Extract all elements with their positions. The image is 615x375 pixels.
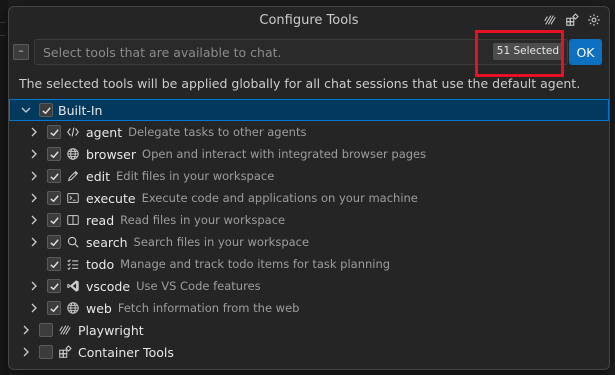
checkbox-edit[interactable] xyxy=(47,169,61,183)
input-row: – 51 Selected OK xyxy=(9,30,609,77)
checkbox-read[interactable] xyxy=(47,213,61,227)
checkbox-agent[interactable] xyxy=(47,125,61,139)
chevron-right-icon[interactable] xyxy=(21,347,31,357)
search-input[interactable] xyxy=(41,42,475,63)
tool-description: Fetch information from the web xyxy=(117,301,300,315)
tool-name: search xyxy=(86,234,128,250)
description-text: The selected tools will be applied globa… xyxy=(19,76,581,91)
tool-name: vscode xyxy=(86,278,131,294)
tool-description: Read files in your workspace xyxy=(120,213,286,227)
group-label: Playwright xyxy=(78,322,144,338)
tool-name: execute xyxy=(86,190,136,206)
tool-row-search[interactable]: search Search files in your workspace xyxy=(9,231,609,253)
chevron-right-icon[interactable] xyxy=(21,325,31,335)
group-row-playwright[interactable]: Playwright xyxy=(9,319,609,341)
title-bar: Configure Tools xyxy=(9,7,609,35)
tool-description: Execute code and applications on your ma… xyxy=(141,191,418,205)
pencil-icon xyxy=(65,168,81,184)
tool-description: Search files in your workspace xyxy=(133,235,310,249)
checkbox-execute[interactable] xyxy=(47,191,61,205)
tool-description: Edit files in your workspace xyxy=(116,169,275,183)
search-box[interactable]: 51 Selected xyxy=(34,39,568,65)
tool-row-web[interactable]: web Fetch information from the web xyxy=(9,297,609,319)
configure-tools-dialog: Configure Tools – 51 Selected OK The sel… xyxy=(8,6,610,370)
tool-row-vscode[interactable]: vscode Use VS Code features xyxy=(9,275,609,297)
tools-icon[interactable] xyxy=(541,11,559,29)
tool-description: Manage and track todo items for task pla… xyxy=(120,257,391,271)
collapse-all-button[interactable]: – xyxy=(13,44,29,60)
checkbox-vscode[interactable] xyxy=(47,279,61,293)
group-row-container-tools[interactable]: Container Tools xyxy=(9,341,609,363)
gear-icon[interactable] xyxy=(585,11,603,29)
tool-row-todo[interactable]: todo Manage and track todo items for tas… xyxy=(9,253,609,275)
tool-row-browser[interactable]: browser Open and interact with integrate… xyxy=(9,143,609,165)
checkbox-web[interactable] xyxy=(47,301,61,315)
chevron-right-icon[interactable] xyxy=(29,215,39,225)
vscode-icon xyxy=(65,278,81,294)
checkbox-builtin[interactable] xyxy=(39,103,53,117)
selected-count-badge: 51 Selected xyxy=(492,43,563,60)
checklist-icon xyxy=(65,256,81,272)
chevron-right-icon[interactable] xyxy=(29,237,39,247)
chevron-right-icon[interactable] xyxy=(29,149,39,159)
dialog-title: Configure Tools xyxy=(259,13,359,28)
globe-icon xyxy=(65,146,81,162)
search-icon xyxy=(65,234,81,250)
extensions-icon[interactable] xyxy=(563,11,581,29)
chevron-right-icon[interactable] xyxy=(29,171,39,181)
group-label: Container Tools xyxy=(78,344,174,360)
code-agent-icon xyxy=(65,124,81,140)
book-icon xyxy=(65,212,81,228)
checkbox-playwright[interactable] xyxy=(39,323,53,337)
ok-button[interactable]: OK xyxy=(569,39,602,65)
tool-name: edit xyxy=(86,168,110,184)
extensions-icon xyxy=(57,344,73,360)
tool-name: todo xyxy=(86,256,115,272)
editor-background xyxy=(0,0,8,375)
tool-row-edit[interactable]: edit Edit files in your workspace xyxy=(9,165,609,187)
chevron-right-icon[interactable] xyxy=(29,303,39,313)
tool-name: browser xyxy=(86,146,137,162)
group-label: Built-In xyxy=(58,102,103,118)
tools-icon xyxy=(57,322,73,338)
chevron-down-icon[interactable] xyxy=(21,105,31,115)
terminal-icon xyxy=(65,190,81,206)
tool-name: read xyxy=(86,212,115,228)
chevron-right-icon[interactable] xyxy=(29,127,39,137)
tool-name: web xyxy=(86,300,112,316)
tool-description: Open and interact with integrated browse… xyxy=(142,147,427,161)
checkbox-container-tools[interactable] xyxy=(39,345,53,359)
tool-row-execute[interactable]: execute Execute code and applications on… xyxy=(9,187,609,209)
tool-description: Delegate tasks to other agents xyxy=(128,125,307,139)
chevron-right-icon[interactable] xyxy=(29,193,39,203)
tool-name: agent xyxy=(86,124,123,140)
tool-row-read[interactable]: read Read files in your workspace xyxy=(9,209,609,231)
tool-row-agent[interactable]: agent Delegate tasks to other agents xyxy=(9,121,609,143)
group-row-builtin[interactable]: Built-In xyxy=(9,99,609,121)
chevron-right-icon[interactable] xyxy=(29,281,39,291)
globe-icon xyxy=(65,300,81,316)
checkbox-search[interactable] xyxy=(47,235,61,249)
tool-description: Use VS Code features xyxy=(136,279,261,293)
checkbox-todo[interactable] xyxy=(47,257,61,271)
checkbox-browser[interactable] xyxy=(47,147,61,161)
